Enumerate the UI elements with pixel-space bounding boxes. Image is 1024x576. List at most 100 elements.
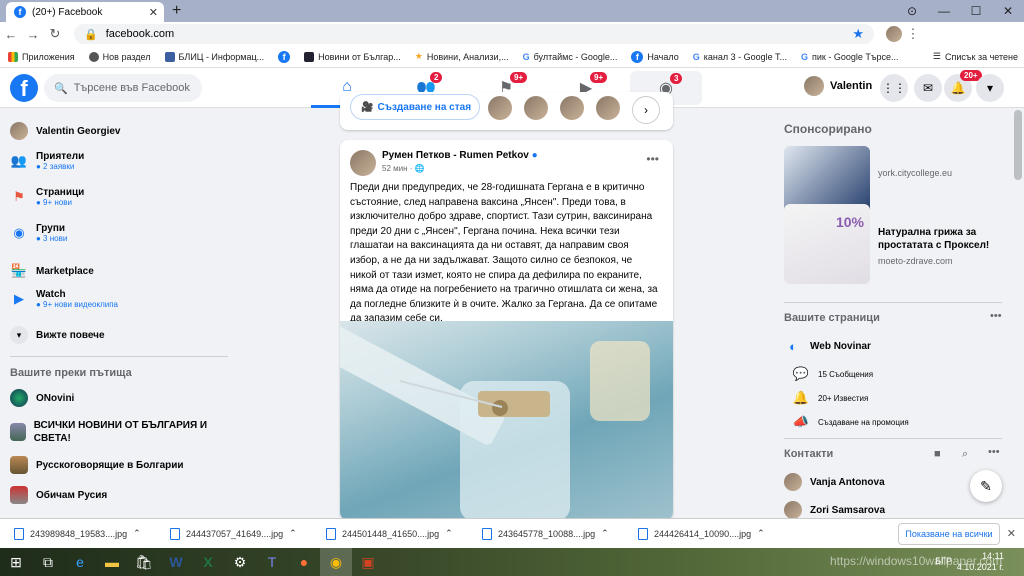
- bookmark-label: бултаймс - Google...: [533, 51, 618, 62]
- download-item[interactable]: 244501448_41650....jpg ⌃: [312, 527, 468, 540]
- bookmark-item[interactable]: Gканал 3 - Google T...: [693, 52, 787, 62]
- word-icon[interactable]: W: [160, 548, 192, 576]
- minimize-icon[interactable]: —: [928, 4, 960, 18]
- close-window-icon[interactable]: ✕: [992, 4, 1024, 18]
- bookmark-item[interactable]: БЛИЦ - Информац...: [164, 51, 264, 62]
- reading-list[interactable]: ☰ Списък за четене: [933, 51, 1018, 62]
- menu-dots-icon[interactable]: ⋮: [902, 26, 924, 42]
- sidebar-item-pages[interactable]: ⚑ Страници ● 9+ нови: [10, 187, 84, 207]
- sidebar-item-watch[interactable]: ▶ Watch ● 9+ нови видеоклипа: [10, 289, 118, 309]
- system-clock[interactable]: 14:11 4.10.2021 г.: [957, 551, 1004, 573]
- contact-item[interactable]: Zori Samsarova: [784, 501, 885, 519]
- maximize-icon[interactable]: ☐: [960, 4, 992, 18]
- messenger-button[interactable]: ✉: [914, 74, 942, 102]
- back-icon[interactable]: ←: [0, 27, 22, 42]
- chevron-up-icon[interactable]: ⌃: [133, 528, 141, 539]
- browser-tab[interactable]: f (20+) Facebook ✕: [6, 2, 164, 22]
- page-promote[interactable]: 📣 Създаване на промоция: [792, 413, 909, 431]
- bookmark-item[interactable]: Нов раздел: [88, 51, 151, 62]
- excel-icon[interactable]: X: [192, 548, 224, 576]
- ad-title[interactable]: Натурална грижа за простатата с Проксел!: [878, 226, 1008, 252]
- avatar[interactable]: [596, 96, 620, 120]
- notifications-button[interactable]: 🔔 20+: [944, 70, 982, 102]
- ad-domain[interactable]: moeto-zdrave.com: [878, 256, 953, 266]
- chevron-up-icon[interactable]: ⌃: [601, 528, 609, 539]
- bookmark-apps[interactable]: Приложения: [8, 51, 75, 62]
- store-icon[interactable]: 🛍: [128, 548, 160, 576]
- close-tab-icon[interactable]: ✕: [149, 6, 158, 19]
- firefox-icon[interactable]: ●: [288, 548, 320, 576]
- post-author[interactable]: Румен Петков - Rumen Petkov ●: [382, 150, 538, 161]
- chevron-up-icon[interactable]: ⌃: [445, 528, 453, 539]
- sidebar-item-groups[interactable]: ◉ Групи ● 3 нови: [10, 223, 67, 243]
- shortcut-item[interactable]: Русскоговорящие в Болгарии: [10, 456, 184, 474]
- teams-icon[interactable]: T: [256, 548, 288, 576]
- download-item[interactable]: 243989848_19583....jpg ⌃: [0, 527, 156, 540]
- avatar[interactable]: [350, 150, 376, 176]
- close-icon[interactable]: ✕: [1007, 527, 1016, 540]
- forward-icon[interactable]: →: [22, 27, 44, 42]
- omnibox[interactable]: 🔒 facebook.com ★: [74, 24, 874, 44]
- avatar[interactable]: [886, 26, 902, 42]
- bookmark-item[interactable]: ★ Новини, Анализи,...: [415, 51, 509, 62]
- edge-icon[interactable]: e: [64, 548, 96, 576]
- avatar[interactable]: [560, 96, 584, 120]
- powerpoint-icon[interactable]: ▣: [352, 548, 384, 576]
- post-menu-icon[interactable]: •••: [646, 152, 659, 166]
- sidebar-item-friends[interactable]: 👥 Приятели ● 2 заявки: [10, 151, 84, 171]
- bookmark-item[interactable]: Gпик - Google Търсе...: [801, 52, 899, 62]
- bookmark-item[interactable]: Gбултаймс - Google...: [523, 52, 618, 62]
- notification-badge: 3: [670, 73, 683, 84]
- chevron-right-icon[interactable]: ›: [632, 96, 660, 124]
- search-input[interactable]: 🔍 Търсене във Facebook: [44, 74, 202, 102]
- sidebar-item-profile[interactable]: Valentin Georgiev: [10, 122, 120, 140]
- page-item[interactable]: ◐ Web Novinar: [784, 337, 871, 355]
- lock-icon: 🔒: [84, 28, 98, 41]
- chrome-icon[interactable]: ◉: [320, 548, 352, 576]
- file-explorer-icon[interactable]: ▬: [96, 548, 128, 576]
- see-more-button[interactable]: ▾ Вижте повече: [10, 326, 105, 344]
- pages-menu-icon[interactable]: •••: [990, 310, 1002, 322]
- menu-grid-button[interactable]: ⋮⋮: [880, 74, 908, 102]
- page-messages[interactable]: 💬 15 Съобщения: [792, 365, 873, 383]
- contacts-menu-icon[interactable]: •••: [988, 446, 1000, 458]
- chevron-up-icon[interactable]: ⌃: [757, 528, 765, 539]
- download-item[interactable]: 244426414_10090....jpg ⌃: [624, 527, 780, 540]
- download-item[interactable]: 243645778_10088....jpg ⌃: [468, 527, 624, 540]
- download-item[interactable]: 244437057_41649....jpg ⌃: [156, 527, 312, 540]
- new-tab-icon[interactable]: +: [172, 2, 181, 20]
- profile-menu-icon[interactable]: ⊙: [896, 4, 928, 18]
- settings-icon[interactable]: ⚙: [224, 548, 256, 576]
- page-notifications[interactable]: 🔔 20+ Известия: [792, 389, 868, 407]
- post-image[interactable]: [340, 321, 673, 520]
- avatar[interactable]: [524, 96, 548, 120]
- bookmark-star-icon[interactable]: ★: [852, 26, 864, 42]
- post-time[interactable]: 52 мин · 🌐: [382, 164, 425, 173]
- scrollbar[interactable]: [1014, 110, 1022, 180]
- language-indicator[interactable]: БГР: [935, 556, 952, 566]
- task-view-icon[interactable]: ⧉: [32, 548, 64, 576]
- sidebar-item-marketplace[interactable]: 🏪 Marketplace: [10, 262, 94, 280]
- show-all-downloads-button[interactable]: Показване на всички: [898, 523, 1000, 545]
- bookmark-item[interactable]: f: [278, 50, 291, 63]
- facebook-logo[interactable]: f: [10, 74, 38, 102]
- contact-item[interactable]: Vanja Antonova: [784, 473, 885, 491]
- shortcut-item[interactable]: Обичам Русия: [10, 486, 107, 504]
- bookmark-item[interactable]: Новини от Българ...: [304, 51, 401, 62]
- ad-domain[interactable]: york.citycollege.eu: [878, 168, 952, 178]
- new-message-button[interactable]: ✎: [970, 470, 1002, 502]
- windows-start-icon[interactable]: ⊞: [0, 548, 32, 576]
- shortcut-item[interactable]: ONovini: [10, 389, 74, 407]
- grid-icon: ⋮⋮: [882, 81, 906, 95]
- ad-image[interactable]: 10%: [784, 204, 870, 284]
- search-icon[interactable]: ⌕: [962, 448, 968, 461]
- bookmark-item[interactable]: f Начало: [631, 50, 679, 63]
- shortcut-item[interactable]: ВСИЧКИ НОВИНИ ОТ БЪЛГАРИЯ И СВЕТА!: [10, 419, 220, 445]
- reload-icon[interactable]: ↻: [44, 26, 66, 42]
- avatar[interactable]: [488, 96, 512, 120]
- video-call-icon[interactable]: ■: [934, 448, 941, 460]
- account-button[interactable]: ▾: [976, 74, 1004, 102]
- create-room-button[interactable]: 🎥 Създаване на стая: [350, 94, 480, 120]
- profile-chip[interactable]: Valentin: [804, 76, 872, 96]
- chevron-up-icon[interactable]: ⌃: [289, 528, 297, 539]
